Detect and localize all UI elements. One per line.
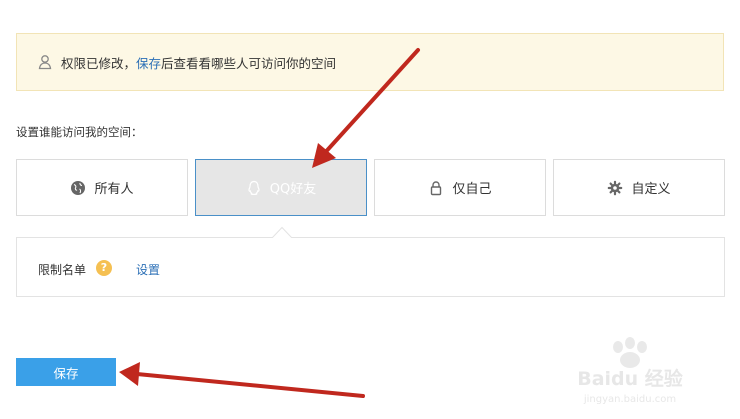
watermark-url: jingyan.baidu.com [583, 394, 676, 405]
qq-icon [248, 180, 260, 195]
option-qq-friends-label: QQ好友 [269, 182, 317, 197]
globe-icon [71, 180, 86, 195]
option-everyone-label: 所有人 [94, 182, 134, 197]
option-only-me-label: 仅自己 [452, 182, 492, 197]
restrict-list-label: 限制名单 [38, 263, 87, 277]
notice-text: 权限已修改，保存后查看看哪些人可访问你的空间 [61, 55, 337, 71]
option-custom-label: 自定义 [631, 182, 671, 197]
restrict-list-panel: 限制名单 ? 设置 [16, 237, 725, 297]
panel-pointer [272, 226, 292, 238]
arrow-to-save-button [119, 362, 365, 398]
user-icon [38, 55, 52, 70]
option-everyone[interactable]: 所有人 [16, 159, 188, 216]
option-only-me[interactable]: 仅自己 [374, 159, 546, 216]
baidu-paw-icon [613, 337, 647, 368]
watermark-brand: Baidu 经验 [577, 367, 684, 390]
restrict-settings-link[interactable]: 设置 [136, 261, 160, 278]
gear-icon [608, 180, 623, 195]
notice-bar: 权限已修改，保存后查看看哪些人可访问你的空间 [16, 33, 724, 91]
baidu-jingyan-watermark: Baidu 经验 jingyan.baidu.com [577, 337, 684, 405]
lock-icon [431, 180, 442, 195]
access-prompt: 设置谁能访问我的空间： [16, 125, 143, 139]
option-qq-friends[interactable]: QQ好友 [195, 159, 367, 216]
notice-save-link[interactable]: 保存 [136, 56, 161, 71]
help-icon[interactable]: ? [96, 260, 112, 276]
option-custom[interactable]: 自定义 [553, 159, 725, 216]
save-button[interactable]: 保存 [16, 358, 116, 386]
